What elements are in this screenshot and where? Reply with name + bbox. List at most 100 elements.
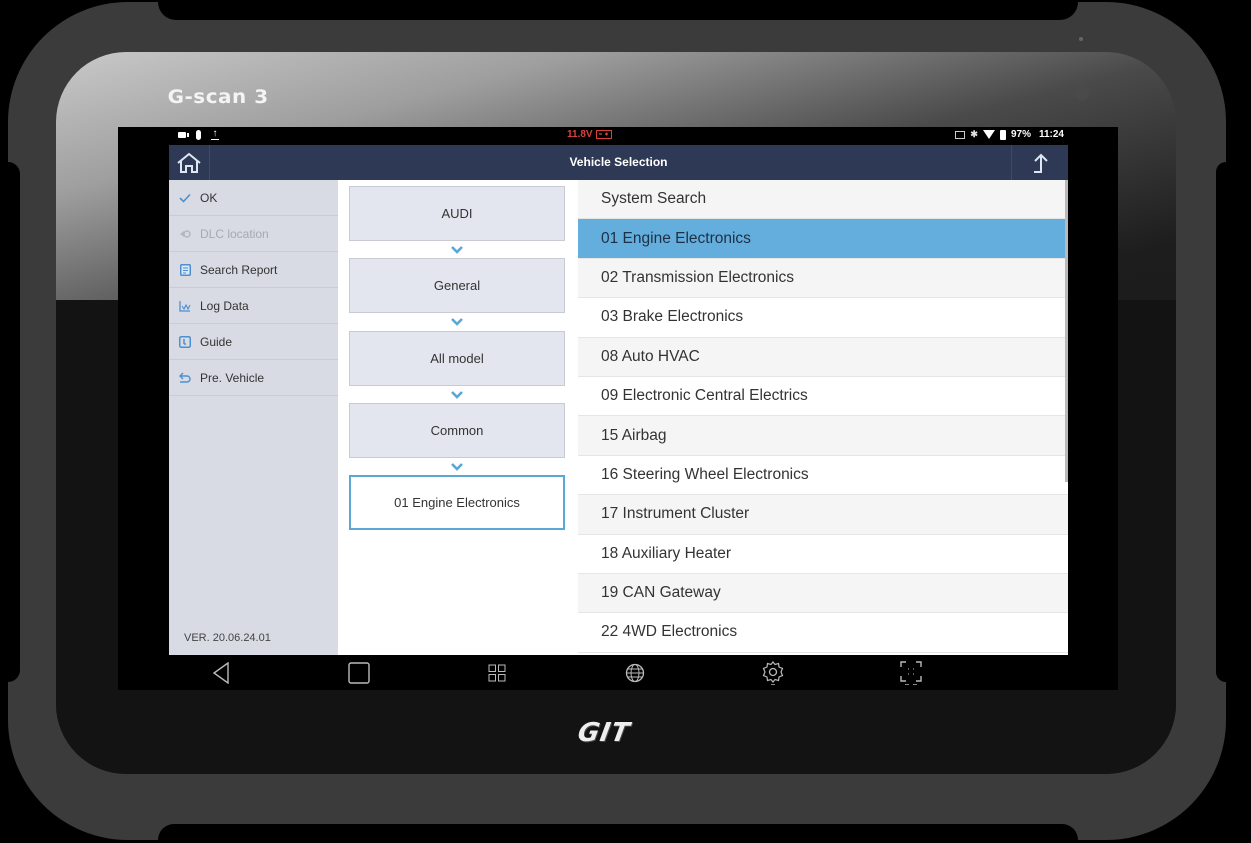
list-item-label: 03 Brake Electronics xyxy=(601,308,744,326)
voltage-indicator: 11.8V xyxy=(567,129,612,140)
back-icon xyxy=(179,372,191,384)
bluetooth-icon: ✱ xyxy=(970,129,978,139)
list-item[interactable]: 02 Transmission Electronics xyxy=(578,258,1068,299)
chevron-down-icon xyxy=(451,318,463,326)
list-item[interactable]: 18 Auxiliary Heater xyxy=(578,535,1068,574)
battery-percent: 97% xyxy=(1010,129,1031,140)
breadcrumb-step-make[interactable]: AUDI xyxy=(349,186,565,241)
navigation-bar xyxy=(169,655,1068,690)
screenshot-icon xyxy=(900,661,922,685)
breadcrumb-step-label: General xyxy=(433,278,481,293)
sidebar-item-label: DLC location xyxy=(200,226,269,241)
breadcrumb-step-model[interactable]: All model xyxy=(349,331,565,386)
sidebar-item-dlc-location[interactable]: DLC location xyxy=(169,216,338,252)
voltage-value: 11.8V xyxy=(567,129,593,140)
sidebar-item-log-data[interactable]: Log Data xyxy=(169,288,338,324)
upload-icon: ↑ xyxy=(211,128,219,140)
recents-icon xyxy=(348,662,370,684)
list-item[interactable]: 01 Engine Electronics xyxy=(578,219,1068,259)
git-logo: GIT xyxy=(575,718,633,748)
sidebar-item-label: Search Report xyxy=(200,262,278,277)
location-icon xyxy=(179,228,191,240)
breadcrumb-step-variant[interactable]: Common xyxy=(349,403,565,458)
check-icon xyxy=(179,192,191,204)
nav-apps-button[interactable] xyxy=(485,661,509,685)
list-item[interactable]: 09 Electronic Central Electrics xyxy=(578,377,1068,417)
sidebar-item-previous-vehicle[interactable]: Pre. Vehicle xyxy=(169,360,338,396)
list-item-label: 02 Transmission Electronics xyxy=(601,268,794,286)
nav-screenshot-button[interactable] xyxy=(899,661,923,685)
apps-grid-icon xyxy=(488,664,506,682)
report-icon xyxy=(179,263,191,276)
list-item-label: 01 Engine Electronics xyxy=(601,229,751,247)
bumper-notch xyxy=(1216,162,1226,682)
nav-settings-button[interactable] xyxy=(761,661,785,685)
wifi-icon xyxy=(982,130,995,139)
app-window: Vehicle Selection OK DLC location Search… xyxy=(169,145,1068,655)
list-item-label: 18 Auxiliary Heater xyxy=(601,544,732,562)
list-item-label: 08 Auto HVAC xyxy=(601,347,700,365)
app-header: Vehicle Selection xyxy=(169,145,1068,180)
chevron-down-icon xyxy=(451,463,463,471)
bumper-notch xyxy=(8,162,20,682)
sidebar-item-label: Log Data xyxy=(200,298,249,313)
list-item[interactable]: 08 Auto HVAC xyxy=(578,337,1068,377)
battery-charging-icon xyxy=(999,129,1006,140)
version-label: VER. 20.06.24.01 xyxy=(184,632,271,644)
system-search-row[interactable]: System Search xyxy=(578,180,1068,220)
sidebar-item-guide[interactable]: Guide xyxy=(169,324,338,360)
list-item-label: 15 Airbag xyxy=(601,426,667,444)
list-item-label: 19 CAN Gateway xyxy=(601,584,721,602)
up-level-button[interactable] xyxy=(1011,145,1068,180)
chevron-down-icon xyxy=(451,246,463,254)
list-item[interactable]: 16 Steering Wheel Electronics xyxy=(578,456,1068,496)
globe-icon xyxy=(625,663,645,683)
microphone-dot xyxy=(1079,37,1083,41)
system-list[interactable]: System Search 01 Engine Electronics 02 T… xyxy=(578,180,1068,655)
list-item-label: 16 Steering Wheel Electronics xyxy=(601,465,809,483)
list-item[interactable]: 22 4WD Electronics xyxy=(578,613,1068,653)
sidebar: OK DLC location Search Report Log Data G… xyxy=(169,180,338,655)
list-scrollbar[interactable] xyxy=(1065,180,1068,482)
page-title: Vehicle Selection xyxy=(569,155,668,169)
bumper-notch xyxy=(158,824,1078,840)
list-item[interactable]: 03 Brake Electronics xyxy=(578,298,1068,338)
list-item-label: 09 Electronic Central Electrics xyxy=(601,387,808,405)
list-item-label: 22 4WD Electronics xyxy=(601,623,738,641)
sidebar-item-label: Pre. Vehicle xyxy=(200,370,265,385)
sidebar-item-label: Guide xyxy=(200,334,233,349)
front-camera xyxy=(1075,86,1089,100)
list-item-label: 17 Instrument Cluster xyxy=(601,505,750,523)
sidebar-item-ok[interactable]: OK xyxy=(169,180,338,216)
back-icon xyxy=(212,662,229,684)
bumper-notch xyxy=(158,2,1078,20)
sidebar-item-search-report[interactable]: Search Report xyxy=(169,252,338,288)
screen: ↑ 11.8V ✱ 97% 11:24 Vehicle Selection OK… xyxy=(118,127,1118,690)
breadcrumb-step-label: 01 Engine Electronics xyxy=(394,495,520,510)
gscan-logo: G-scan 3 xyxy=(167,86,269,108)
clock: 11:24 xyxy=(1038,129,1064,140)
status-bar: ↑ 11.8V ✱ 97% 11:24 xyxy=(118,127,1118,145)
breadcrumb-step-label: All model xyxy=(430,351,484,366)
list-item[interactable]: 17 Instrument Cluster xyxy=(578,495,1068,535)
sidebar-item-label: OK xyxy=(200,190,218,205)
breadcrumb-step-label: AUDI xyxy=(441,206,473,221)
guide-icon xyxy=(179,335,191,348)
list-item[interactable]: 15 Airbag xyxy=(578,416,1068,456)
video-icon xyxy=(178,131,189,138)
cast-icon xyxy=(955,130,966,139)
nav-recents-button[interactable] xyxy=(347,661,371,685)
capsule-icon xyxy=(196,129,201,140)
breadcrumb-step-category[interactable]: General xyxy=(349,258,565,313)
up-arrow-icon xyxy=(1034,153,1048,173)
list-item[interactable]: 19 CAN Gateway xyxy=(578,573,1068,614)
breadcrumb-step-label: Common xyxy=(430,423,484,438)
car-battery-icon xyxy=(595,130,612,139)
chevron-down-icon xyxy=(451,391,463,399)
nav-browser-button[interactable] xyxy=(623,661,647,685)
breadcrumb: AUDI General All model Common 01 Engine … xyxy=(338,180,578,655)
nav-back-button[interactable] xyxy=(209,661,233,685)
chart-icon xyxy=(179,300,191,312)
settings-icon xyxy=(762,661,784,685)
breadcrumb-step-system[interactable]: 01 Engine Electronics xyxy=(349,475,565,530)
